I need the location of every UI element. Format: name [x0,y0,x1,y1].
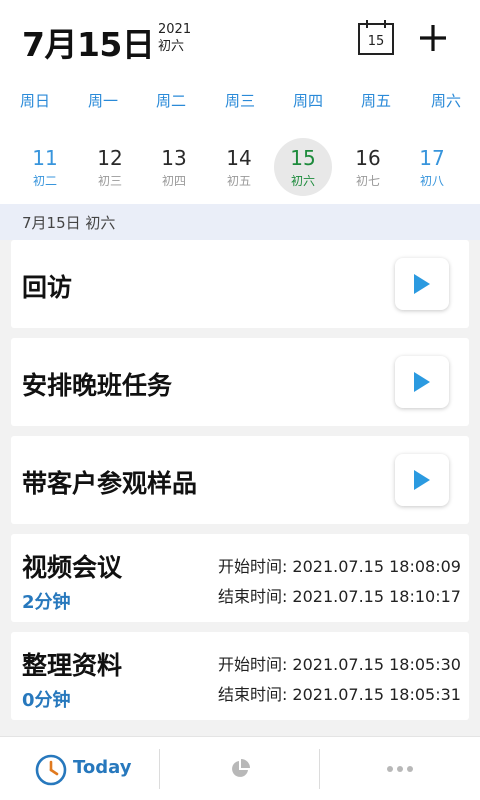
day-lunar: 初二 [32,174,57,188]
record-title: 整理资料 [22,651,123,680]
task-card[interactable]: 回访 [11,240,469,328]
day-number: 14 [226,146,252,170]
tab-statistics[interactable] [160,737,320,800]
record-start-time: 开始时间: 2021.07.15 18:05:30 [217,655,461,674]
record-duration: 2分钟 [22,592,71,613]
record-card[interactable]: 整理资料 0分钟 开始时间: 2021.07.15 18:05:30 结束时间:… [11,632,469,720]
bottom-tab-bar: Today [0,736,480,800]
task-title: 安排晚班任务 [22,371,173,400]
clock-icon [35,754,67,786]
day-number: 13 [161,146,187,170]
day-cell[interactable]: 11 初二 [15,138,75,196]
day-cell-selected[interactable]: 15 初六 [274,138,332,196]
day-lunar: 初五 [226,174,251,188]
page-title: 7月15日 [22,25,155,64]
day-row: 11 初二 12 初三 13 初四 14 初五 15 初六 16 初七 17 初… [0,138,480,198]
record-end-time: 结束时间: 2021.07.15 18:10:17 [217,587,461,606]
record-end-time: 结束时间: 2021.07.15 18:05:31 [217,685,461,704]
day-lunar: 初六 [290,174,315,188]
day-lunar: 初七 [355,174,380,188]
tab-today[interactable]: Today [0,737,160,800]
day-number: 15 [290,146,316,170]
task-title: 回访 [22,273,73,302]
add-icon[interactable] [417,22,449,54]
play-icon [414,372,430,392]
weekday-label: 周二 [155,92,186,110]
year-lunar-block: 2021 初六 [158,21,191,55]
year-label: 2021 [158,22,192,37]
pie-chart-icon [232,759,250,777]
day-number: 16 [355,146,381,170]
record-duration: 0分钟 [22,690,71,711]
tab-more[interactable] [320,737,480,800]
section-date-header: 7月15日 初六 [0,204,480,240]
day-cell[interactable]: 16 初七 [338,138,398,196]
weekday-label: 周一 [87,92,118,110]
start-task-button[interactable] [395,356,449,408]
record-start-time: 开始时间: 2021.07.15 18:08:09 [217,557,461,576]
play-icon [414,274,430,294]
task-card[interactable]: 安排晚班任务 [11,338,469,426]
day-number: 12 [97,146,123,170]
header: 7月15日 2021 初六 15 周日 周一 周二 周三 周四 周五 周六 11… [0,0,480,204]
weekday-label: 周五 [360,92,391,110]
weekday-label: 周三 [224,92,255,110]
day-number: 11 [32,146,58,170]
day-cell[interactable]: 12 初三 [80,138,140,196]
more-icon [387,766,413,772]
weekday-label: 周六 [430,92,461,110]
day-cell[interactable]: 14 初五 [209,138,269,196]
day-number: 17 [419,146,445,170]
calendar-icon-day: 15 [368,34,385,49]
day-lunar: 初八 [419,174,444,188]
task-title: 带客户参观样品 [22,469,198,498]
play-icon [414,470,430,490]
weekday-label: 周日 [19,92,50,110]
tab-today-label: Today [73,757,132,778]
day-cell[interactable]: 17 初八 [402,138,462,196]
task-card[interactable]: 带客户参观样品 [11,436,469,524]
lunar-label: 初六 [158,39,185,54]
start-task-button[interactable] [395,258,449,310]
weekday-row: 周日 周一 周二 周三 周四 周五 周六 [0,90,480,112]
weekday-label: 周四 [292,92,323,110]
day-lunar: 初四 [161,174,186,188]
record-card[interactable]: 视频会议 2分钟 开始时间: 2021.07.15 18:08:09 结束时间:… [11,534,469,622]
day-lunar: 初三 [97,174,122,188]
day-cell[interactable]: 13 初四 [144,138,204,196]
calendar-icon[interactable]: 15 [357,18,395,56]
start-task-button[interactable] [395,454,449,506]
record-title: 视频会议 [22,553,123,582]
